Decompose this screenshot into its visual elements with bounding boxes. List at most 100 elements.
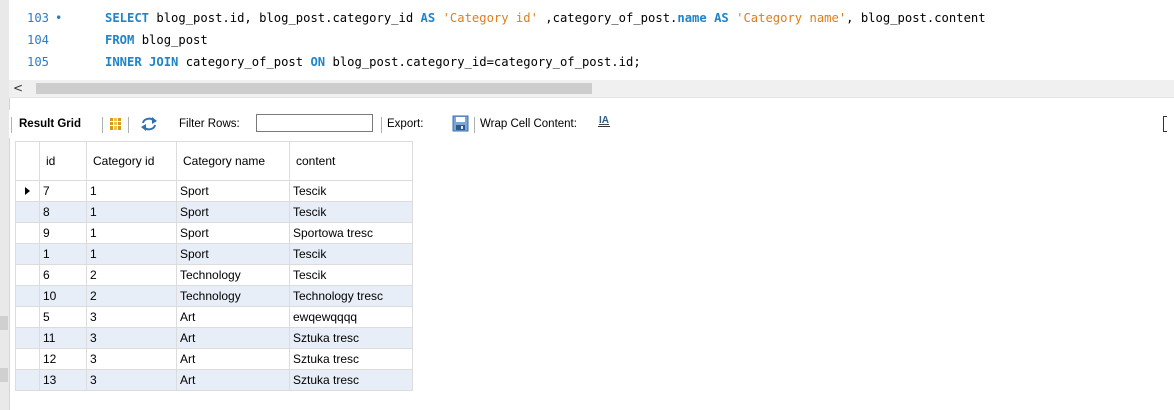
- cell-category-name[interactable]: Technology: [176, 264, 290, 286]
- export-icon[interactable]: [452, 115, 469, 132]
- cell-id[interactable]: 8: [39, 201, 87, 223]
- row-marker[interactable]: [15, 348, 40, 370]
- cell-id[interactable]: 5: [39, 306, 87, 328]
- sql-string: 'Category name': [736, 11, 847, 25]
- column-header-content[interactable]: content: [289, 141, 413, 181]
- cell-category-name[interactable]: Sport: [176, 222, 290, 244]
- code-line[interactable]: 105 INNER JOIN category_of_post ON blog_p…: [9, 51, 1174, 73]
- cell-category-id[interactable]: 2: [86, 285, 177, 307]
- sql-token: blog_post.id, blog_post.category_id: [149, 11, 421, 25]
- cell-id[interactable]: 12: [39, 348, 87, 370]
- cell-category-id[interactable]: 1: [86, 243, 177, 265]
- code-line[interactable]: 103 • SELECT blog_post.id, blog_post.categ…: [9, 7, 1174, 29]
- toolbar-separator: [102, 117, 103, 133]
- table-row[interactable]: 10 2 Technology Technology tresc: [15, 285, 413, 307]
- table-row[interactable]: 5 3 Art ewqewqqqq: [15, 306, 413, 328]
- sql-editor[interactable]: 103 • SELECT blog_post.id, blog_post.categ…: [9, 0, 1174, 80]
- cell-content[interactable]: Tescik: [289, 180, 413, 202]
- row-marker[interactable]: [15, 201, 40, 223]
- export-label: Export:: [387, 118, 424, 130]
- cell-category-id[interactable]: 2: [86, 264, 177, 286]
- cell-id[interactable]: 11: [39, 327, 87, 349]
- cell-id[interactable]: 13: [39, 369, 87, 391]
- sql-keyword: AS: [714, 11, 729, 25]
- code-line[interactable]: 104 FROM blog_post: [9, 29, 1174, 51]
- cell-category-id[interactable]: 1: [86, 222, 177, 244]
- wrap-icon[interactable]: IA: [598, 116, 610, 127]
- table-row[interactable]: 6 2 Technology Tescik: [15, 264, 413, 286]
- scroll-left-icon[interactable]: <: [11, 80, 25, 97]
- cell-category-name[interactable]: Sport: [176, 243, 290, 265]
- result-toolbar: Result Grid Filter Rows: Export: Wrap Ce…: [9, 110, 1174, 138]
- row-marker[interactable]: [15, 306, 40, 328]
- code-text: FROM blog_post: [105, 29, 208, 51]
- cell-category-id[interactable]: 1: [86, 180, 177, 202]
- cell-category-name[interactable]: Sport: [176, 201, 290, 223]
- table-row[interactable]: 11 3 Art Sztuka tresc: [15, 327, 413, 349]
- toolbar-separator: [474, 117, 475, 133]
- cell-content[interactable]: Sztuka tresc: [289, 348, 413, 370]
- line-number: 104: [27, 33, 50, 47]
- cell-id[interactable]: 1: [39, 243, 87, 265]
- column-header-category-id[interactable]: Category id: [86, 141, 177, 181]
- sql-token: ,category_of_post.: [537, 11, 678, 25]
- cell-category-id[interactable]: 3: [86, 348, 177, 370]
- row-marker[interactable]: [15, 180, 40, 202]
- cell-content[interactable]: Technology tresc: [289, 285, 413, 307]
- cell-category-id[interactable]: 1: [86, 201, 177, 223]
- cell-category-name[interactable]: Art: [176, 348, 290, 370]
- result-grid-tab[interactable]: Result Grid: [19, 110, 81, 138]
- panel-edge-icon: [1163, 116, 1167, 132]
- row-marker[interactable]: [15, 264, 40, 286]
- cell-id[interactable]: 6: [39, 264, 87, 286]
- filter-rows-input[interactable]: [256, 114, 373, 132]
- cell-category-name[interactable]: Art: [176, 327, 290, 349]
- cell-content[interactable]: Sportowa tresc: [289, 222, 413, 244]
- cell-content[interactable]: Tescik: [289, 264, 413, 286]
- cell-content[interactable]: Tescik: [289, 243, 413, 265]
- cell-id[interactable]: 7: [39, 180, 87, 202]
- cell-category-id[interactable]: 3: [86, 327, 177, 349]
- row-marker[interactable]: [15, 327, 40, 349]
- table-row[interactable]: 13 3 Art Sztuka tresc: [15, 369, 413, 391]
- toolbar-separator: [128, 117, 129, 133]
- gutter-tick: [0, 368, 8, 382]
- table-row[interactable]: 7 1 Sport Tescik: [15, 180, 413, 202]
- filter-rows-label: Filter Rows:: [179, 118, 240, 130]
- cell-id[interactable]: 9: [39, 222, 87, 244]
- editor-horizontal-scrollbar[interactable]: <: [9, 80, 1174, 98]
- cell-content[interactable]: Sztuka tresc: [289, 327, 413, 349]
- cell-content[interactable]: ewqewqqqq: [289, 306, 413, 328]
- sql-keyword: name: [677, 11, 707, 25]
- sql-keyword: FROM: [105, 33, 135, 47]
- table-row[interactable]: 9 1 Sport Sportowa tresc: [15, 222, 413, 244]
- cell-category-name[interactable]: Technology: [176, 285, 290, 307]
- table-row[interactable]: 8 1 Sport Tescik: [15, 201, 413, 223]
- table-row[interactable]: 1 1 Sport Tescik: [15, 243, 413, 265]
- cell-category-name[interactable]: Sport: [176, 180, 290, 202]
- cell-category-name[interactable]: Art: [176, 369, 290, 391]
- row-marker[interactable]: [15, 222, 40, 244]
- cell-category-name[interactable]: Art: [176, 306, 290, 328]
- cell-content[interactable]: Sztuka tresc: [289, 369, 413, 391]
- column-header-id[interactable]: id: [39, 141, 87, 181]
- grid-icon[interactable]: [110, 118, 121, 130]
- cell-category-id[interactable]: 3: [86, 306, 177, 328]
- current-row-arrow-icon: [25, 187, 30, 195]
- cell-category-id[interactable]: 3: [86, 369, 177, 391]
- table-row[interactable]: 12 3 Art Sztuka tresc: [15, 348, 413, 370]
- gutter-tick: [0, 316, 8, 330]
- refresh-icon[interactable]: [140, 116, 158, 132]
- cell-content[interactable]: Tescik: [289, 201, 413, 223]
- cell-id[interactable]: 10: [39, 285, 87, 307]
- row-marker[interactable]: [15, 243, 40, 265]
- scrollbar-thumb[interactable]: [36, 83, 592, 94]
- row-marker[interactable]: [15, 369, 40, 391]
- sql-keyword: ON: [310, 55, 326, 69]
- sql-keyword: AS: [420, 11, 436, 25]
- row-marker[interactable]: [15, 285, 40, 307]
- column-header-category-name[interactable]: Category name: [176, 141, 290, 181]
